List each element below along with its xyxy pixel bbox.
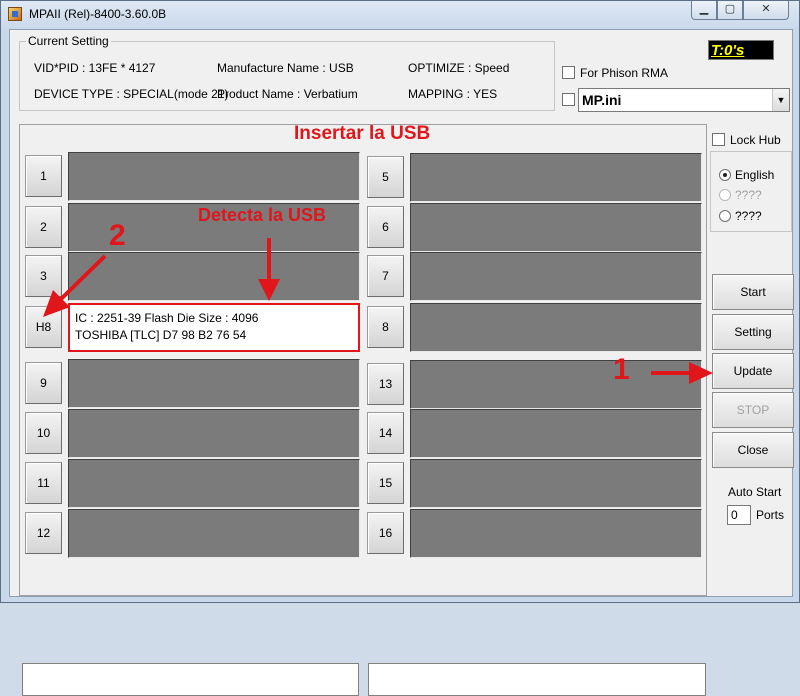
arrow-diagonal-icon — [43, 254, 107, 317]
arrow-down-icon — [258, 238, 280, 301]
status-box-right — [368, 663, 706, 696]
application-window: MPAII (Rel)-8400-3.60.0B ▁ ▢ ✕ Current S… — [0, 0, 800, 696]
status-box-left — [22, 663, 359, 696]
arrow-right-icon — [651, 362, 713, 384]
annotation-arrows — [43, 238, 713, 384]
